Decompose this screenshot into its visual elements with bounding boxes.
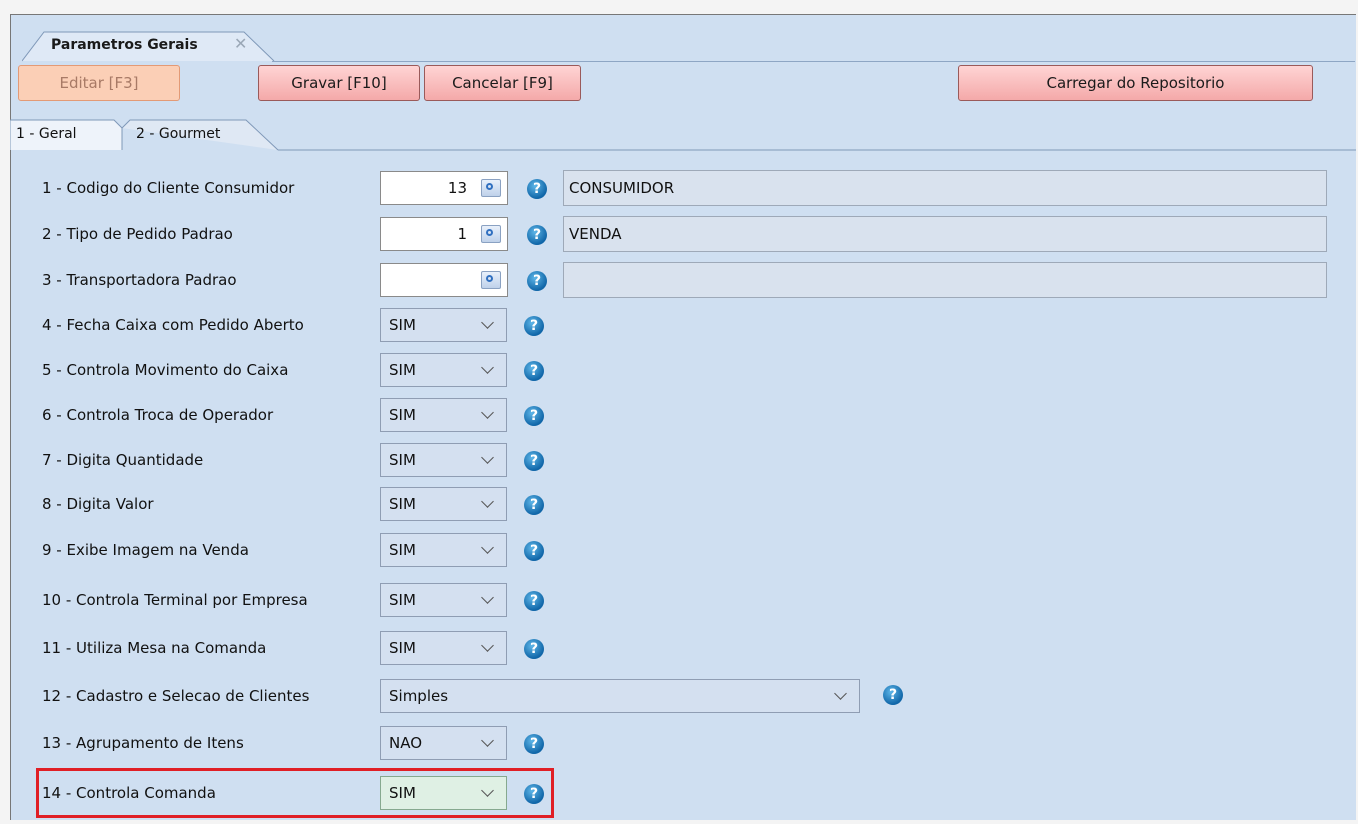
field-row-fecha-caixa: 4 - Fecha Caixa com Pedido Aberto SIM (0, 305, 1346, 345)
field-row-cadastro-clientes: 12 - Cadastro e Selecao de Clientes Simp… (0, 676, 1346, 716)
chevron-down-icon[interactable] (481, 495, 494, 508)
field-row-troca-operador: 6 - Controla Troca de Operador SIM (0, 395, 1346, 435)
troca-operador-select[interactable]: SIM (380, 398, 507, 432)
field-row-codigo-cliente: 1 - Codigo do Cliente Consumidor 13 CONS… (0, 168, 1346, 208)
select-value: SIM (389, 406, 416, 424)
document-tab-title: Parametros Gerais (51, 37, 198, 53)
field-label: 6 - Controla Troca de Operador (42, 406, 274, 424)
chevron-down-icon[interactable] (481, 406, 494, 419)
help-icon[interactable] (524, 734, 544, 754)
field-row-terminal-empresa: 10 - Controla Terminal por Empresa SIM (0, 580, 1346, 620)
chevron-down-icon[interactable] (481, 451, 494, 464)
chevron-down-icon[interactable] (481, 639, 494, 652)
search-icon[interactable] (481, 179, 501, 197)
mesa-comanda-select[interactable]: SIM (380, 631, 507, 665)
field-row-mesa-comanda: 11 - Utiliza Mesa na Comanda SIM (0, 628, 1346, 668)
help-icon[interactable] (527, 271, 547, 291)
field-row-digita-valor: 8 - Digita Valor SIM (0, 484, 1346, 524)
help-icon[interactable] (527, 179, 547, 199)
field-label: 12 - Cadastro e Selecao de Clientes (42, 687, 310, 705)
select-value: SIM (389, 495, 416, 513)
help-icon[interactable] (524, 541, 544, 561)
field-label: 13 - Agrupamento de Itens (42, 734, 244, 752)
save-button[interactable]: Gravar [F10] (258, 65, 420, 101)
document-tab[interactable]: Parametros Gerais ✕ (22, 30, 275, 62)
fecha-caixa-select[interactable]: SIM (380, 308, 507, 342)
help-icon[interactable] (524, 316, 544, 336)
field-row-transportadora: 3 - Transportadora Padrao (0, 260, 1346, 300)
tipo-pedido-code-value: 1 (457, 225, 467, 243)
close-icon[interactable]: ✕ (234, 34, 247, 53)
help-icon[interactable] (524, 495, 544, 515)
help-icon[interactable] (524, 361, 544, 381)
help-icon[interactable] (524, 451, 544, 471)
field-label: 9 - Exibe Imagem na Venda (42, 541, 249, 559)
edit-button[interactable]: Editar [F3] (18, 65, 180, 101)
select-value: SIM (389, 591, 416, 609)
chevron-down-icon[interactable] (481, 591, 494, 604)
help-icon[interactable] (524, 406, 544, 426)
digita-quantidade-select[interactable]: SIM (380, 443, 507, 477)
tab-gourmet[interactable]: 2 - Gourmet (136, 126, 220, 142)
tab-geral[interactable]: 1 - Geral (16, 126, 77, 142)
select-value: SIM (389, 316, 416, 334)
field-row-agrupamento-itens: 13 - Agrupamento de Itens NAO (0, 723, 1346, 763)
digita-valor-select[interactable]: SIM (380, 487, 507, 521)
field-label: 8 - Digita Valor (42, 495, 154, 513)
help-icon[interactable] (524, 639, 544, 659)
field-label: 4 - Fecha Caixa com Pedido Aberto (42, 316, 304, 334)
field-row-digita-quantidade: 7 - Digita Quantidade SIM (0, 440, 1346, 480)
field-row-movimento-caixa: 5 - Controla Movimento do Caixa SIM (0, 350, 1346, 390)
load-repository-button[interactable]: Carregar do Repositorio (958, 65, 1313, 101)
chevron-down-icon[interactable] (481, 361, 494, 374)
help-icon[interactable] (524, 591, 544, 611)
agrupamento-itens-select[interactable]: NAO (380, 726, 507, 760)
help-icon[interactable] (527, 225, 547, 245)
cliente-description-field: CONSUMIDOR (563, 170, 1327, 206)
tab-strip-line (272, 61, 1355, 62)
field-label: 3 - Transportadora Padrao (42, 271, 237, 289)
exibe-imagem-select[interactable]: SIM (380, 533, 507, 567)
field-row-exibe-imagem: 9 - Exibe Imagem na Venda SIM (0, 530, 1346, 570)
select-value: Simples (389, 687, 449, 705)
transportadora-code-input[interactable] (380, 263, 508, 297)
field-label: 11 - Utiliza Mesa na Comanda (42, 639, 267, 657)
cadastro-clientes-select[interactable]: Simples (380, 679, 860, 713)
chevron-down-icon[interactable] (834, 687, 847, 700)
highlight-annotation (36, 768, 554, 818)
field-label: 1 - Codigo do Cliente Consumidor (42, 179, 295, 197)
search-icon[interactable] (481, 271, 501, 289)
movimento-caixa-select[interactable]: SIM (380, 353, 507, 387)
cancel-button[interactable]: Cancelar [F9] (424, 65, 581, 101)
tipo-pedido-description-field: VENDA (563, 216, 1327, 252)
chevron-down-icon[interactable] (481, 316, 494, 329)
select-value: SIM (389, 541, 416, 559)
field-label: 5 - Controla Movimento do Caixa (42, 361, 289, 379)
help-icon[interactable] (883, 685, 903, 705)
cliente-code-input[interactable]: 13 (380, 171, 508, 205)
select-value: SIM (389, 639, 416, 657)
chevron-down-icon[interactable] (481, 541, 494, 554)
select-value: NAO (389, 734, 423, 752)
field-row-tipo-pedido: 2 - Tipo de Pedido Padrao 1 VENDA (0, 214, 1346, 254)
select-value: SIM (389, 361, 416, 379)
field-label: 2 - Tipo de Pedido Padrao (42, 225, 233, 243)
settings-tabs: 1 - Geral 2 - Gourmet (10, 118, 1356, 152)
transportadora-description-field (563, 262, 1327, 298)
tipo-pedido-code-input[interactable]: 1 (380, 217, 508, 251)
field-label: 7 - Digita Quantidade (42, 451, 204, 469)
chevron-down-icon[interactable] (481, 734, 494, 747)
select-value: SIM (389, 451, 416, 469)
field-label: 10 - Controla Terminal por Empresa (42, 591, 308, 609)
cliente-code-value: 13 (447, 179, 467, 197)
terminal-empresa-select[interactable]: SIM (380, 583, 507, 617)
search-icon[interactable] (481, 225, 501, 243)
